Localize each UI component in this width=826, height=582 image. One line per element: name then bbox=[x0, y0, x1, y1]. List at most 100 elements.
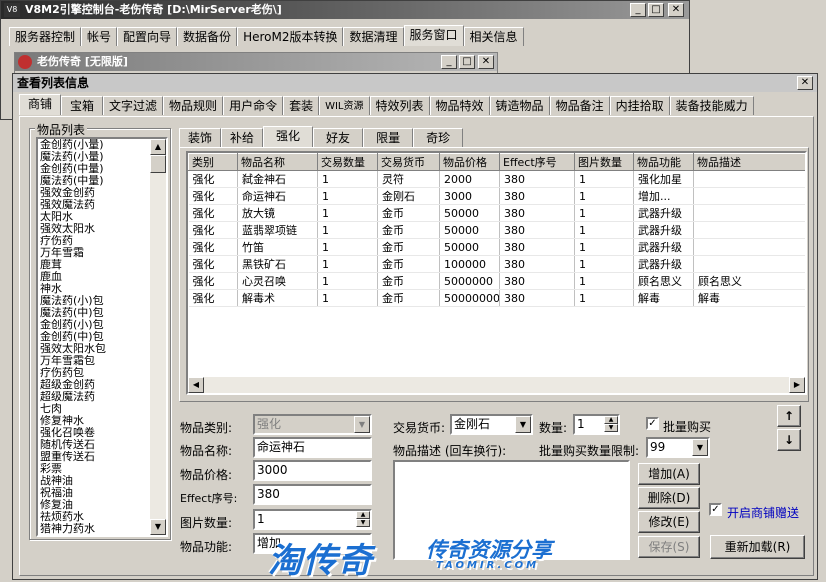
move-down-button[interactable]: ↓ bbox=[777, 429, 801, 451]
name-input[interactable]: 命运神石 bbox=[253, 437, 372, 458]
list-item[interactable]: 强化召唤卷 bbox=[38, 427, 148, 439]
column-header[interactable]: 交易货币 bbox=[377, 153, 440, 171]
list-item[interactable]: 超级魔法药 bbox=[38, 391, 148, 403]
delete-button[interactable]: 删除(D) bbox=[638, 487, 700, 509]
list-item[interactable]: 鹿茸 bbox=[38, 259, 148, 271]
list-item[interactable]: 强效太阳水 bbox=[38, 223, 148, 235]
batch-limit-input[interactable]: 99 ▼ bbox=[646, 437, 710, 458]
tab-user-commands[interactable]: 用户命令 bbox=[223, 96, 284, 115]
quantity-stepper[interactable]: 1 ▲ ▼ bbox=[573, 414, 620, 435]
column-header[interactable]: 物品描述 bbox=[693, 153, 805, 171]
list-item[interactable]: 战神油 bbox=[38, 475, 148, 487]
sub-minimize-icon[interactable]: _ bbox=[441, 55, 457, 69]
table-row[interactable]: 强化 蓝翡翠项链 1 金币 50000 380 1 武器升级 bbox=[188, 221, 805, 239]
list-item[interactable]: 金创药(中)包 bbox=[38, 331, 148, 343]
list-item[interactable]: 万年雪霜 bbox=[38, 247, 148, 259]
list-item[interactable]: 魔法药(小量) bbox=[38, 151, 148, 163]
spin-down-icon[interactable]: ▼ bbox=[604, 424, 618, 432]
sub-maximize-icon[interactable]: □ bbox=[459, 55, 475, 69]
category-tab-friends[interactable]: 好友 bbox=[313, 128, 364, 147]
tab-related-info[interactable]: 相关信息 bbox=[463, 27, 524, 46]
list-item[interactable]: 祝福油 bbox=[38, 487, 148, 499]
tab-item-effects[interactable]: 物品特效 bbox=[429, 96, 490, 115]
tab-effects-list[interactable]: 特效列表 bbox=[369, 96, 430, 115]
tab-wil-resources[interactable]: WIL资源 bbox=[319, 96, 370, 115]
edit-button[interactable]: 修改(E) bbox=[638, 511, 700, 533]
table-row[interactable]: 强化 竹笛 1 金币 50000 380 1 武器升级 bbox=[188, 238, 805, 256]
spin-down-icon[interactable]: ▼ bbox=[356, 519, 370, 527]
chevron-down-icon[interactable]: ▼ bbox=[692, 439, 708, 456]
list-item[interactable]: 太阳水 bbox=[38, 211, 148, 223]
list-item[interactable]: 魔法药(中)包 bbox=[38, 307, 148, 319]
tab-config-wizard[interactable]: 配置向导 bbox=[117, 27, 178, 46]
tab-text-filter[interactable]: 文字过滤 bbox=[103, 96, 164, 115]
close-icon[interactable]: ✕ bbox=[668, 3, 684, 17]
image-count-stepper[interactable]: ▲ ▼ bbox=[356, 511, 370, 528]
list-item[interactable]: 修复油 bbox=[38, 499, 148, 511]
move-up-button[interactable]: ↑ bbox=[777, 405, 801, 427]
effect-input[interactable]: 380 bbox=[253, 484, 372, 505]
list-item[interactable]: 强效金创药 bbox=[38, 187, 148, 199]
scroll-down-icon[interactable]: ▼ bbox=[150, 519, 166, 535]
table-row[interactable]: 强化 黑铁矿石 1 金币 100000 380 1 武器升级 bbox=[188, 255, 805, 273]
reload-button[interactable]: 重新加载(R) bbox=[710, 535, 805, 559]
tab-data-backup[interactable]: 数据备份 bbox=[177, 27, 238, 46]
batch-buy-checkbox[interactable]: ✓ bbox=[646, 417, 659, 430]
table-row[interactable]: 强化 命运神石 1 金刚石 3000 380 1 增加... bbox=[188, 187, 805, 205]
column-header[interactable]: 物品功能 bbox=[633, 153, 694, 171]
tab-auto-pickup[interactable]: 内挂拾取 bbox=[609, 96, 670, 115]
list-item[interactable]: 神水 bbox=[38, 283, 148, 295]
tab-item-notes[interactable]: 物品备注 bbox=[549, 96, 610, 115]
scroll-thumb[interactable] bbox=[150, 155, 166, 173]
tab-shop[interactable]: 商铺 bbox=[19, 94, 62, 115]
column-header[interactable]: Effect序号 bbox=[499, 153, 575, 171]
dialog-close-icon[interactable]: ✕ bbox=[797, 76, 813, 90]
list-item[interactable]: 强效太阳水包 bbox=[38, 343, 148, 355]
list-item[interactable]: 盟重传送石 bbox=[38, 451, 148, 463]
category-tab-limited[interactable]: 限量 bbox=[363, 128, 414, 147]
list-item[interactable]: 七肉 bbox=[38, 403, 148, 415]
list-item[interactable]: 超级金创药 bbox=[38, 379, 148, 391]
tab-server-control[interactable]: 服务器控制 bbox=[9, 27, 82, 46]
list-item[interactable]: 疗伤药包 bbox=[38, 367, 148, 379]
list-item[interactable]: 祛烦药水 bbox=[38, 511, 148, 523]
tab-equip-skill-power[interactable]: 装备技能威力 bbox=[669, 96, 754, 115]
tab-data-cleanup[interactable]: 数据清理 bbox=[343, 27, 404, 46]
sub-close-icon[interactable]: ✕ bbox=[478, 55, 494, 69]
list-item[interactable]: 疗伤药 bbox=[38, 235, 148, 247]
table-row[interactable]: 强化 心灵召唤 1 金币 5000000 380 1 顾名思义 顾名思义 bbox=[188, 272, 805, 290]
maximize-icon[interactable]: □ bbox=[648, 3, 664, 17]
category-tab-enhance[interactable]: 强化 bbox=[263, 126, 314, 147]
currency-select[interactable]: 金刚石 ▼ bbox=[450, 414, 533, 435]
list-item[interactable]: 金创药(小)包 bbox=[38, 319, 148, 331]
item-list-scrollbar[interactable]: ▲ ▼ bbox=[150, 139, 166, 535]
chevron-down-icon[interactable]: ▼ bbox=[354, 416, 370, 433]
list-item[interactable]: 鹿血 bbox=[38, 271, 148, 283]
item-list[interactable]: 金创药(小量) 魔法药(小量) 金创药(中量) 魔法药(中量) 强效金创药 强效魔法药 太阳… bbox=[36, 137, 168, 537]
scroll-left-icon[interactable]: ◀ bbox=[188, 377, 204, 393]
column-header[interactable]: 图片数量 bbox=[574, 153, 634, 171]
category-tab-rare[interactable]: 奇珍 bbox=[413, 128, 464, 147]
category-tab-decoration[interactable]: 装饰 bbox=[179, 128, 222, 147]
tab-herom2-convert[interactable]: HeroM2版本转换 bbox=[237, 27, 344, 46]
tab-suits[interactable]: 套装 bbox=[283, 96, 320, 115]
list-item[interactable]: 猎神力药水 bbox=[38, 523, 148, 535]
list-item[interactable]: 修复神水 bbox=[38, 415, 148, 427]
category-tab-supply[interactable]: 补给 bbox=[221, 128, 264, 147]
list-item[interactable]: 彩票 bbox=[38, 463, 148, 475]
tab-account[interactable]: 帐号 bbox=[81, 27, 118, 46]
table-row[interactable]: 强化 解毒术 1 金币 50000000 380 1 解毒 解毒 bbox=[188, 289, 805, 307]
tab-forged-items[interactable]: 铸造物品 bbox=[489, 96, 550, 115]
list-item[interactable]: 金创药(中量) bbox=[38, 163, 148, 175]
table-row[interactable]: 强化 放大镜 1 金币 50000 380 1 武器升级 bbox=[188, 204, 805, 222]
price-input[interactable]: 3000 bbox=[253, 460, 372, 481]
list-item[interactable]: 强效魔法药 bbox=[38, 199, 148, 211]
column-header[interactable]: 交易数量 bbox=[317, 153, 378, 171]
column-header[interactable]: 物品名称 bbox=[237, 153, 318, 171]
list-item[interactable]: 魔法药(中量) bbox=[38, 175, 148, 187]
scroll-up-icon[interactable]: ▲ bbox=[150, 139, 166, 155]
spin-up-icon[interactable]: ▲ bbox=[356, 511, 370, 519]
scroll-right-icon[interactable]: ▶ bbox=[789, 377, 805, 393]
column-header[interactable]: 类别 bbox=[188, 153, 238, 171]
chevron-down-icon[interactable]: ▼ bbox=[515, 416, 531, 433]
